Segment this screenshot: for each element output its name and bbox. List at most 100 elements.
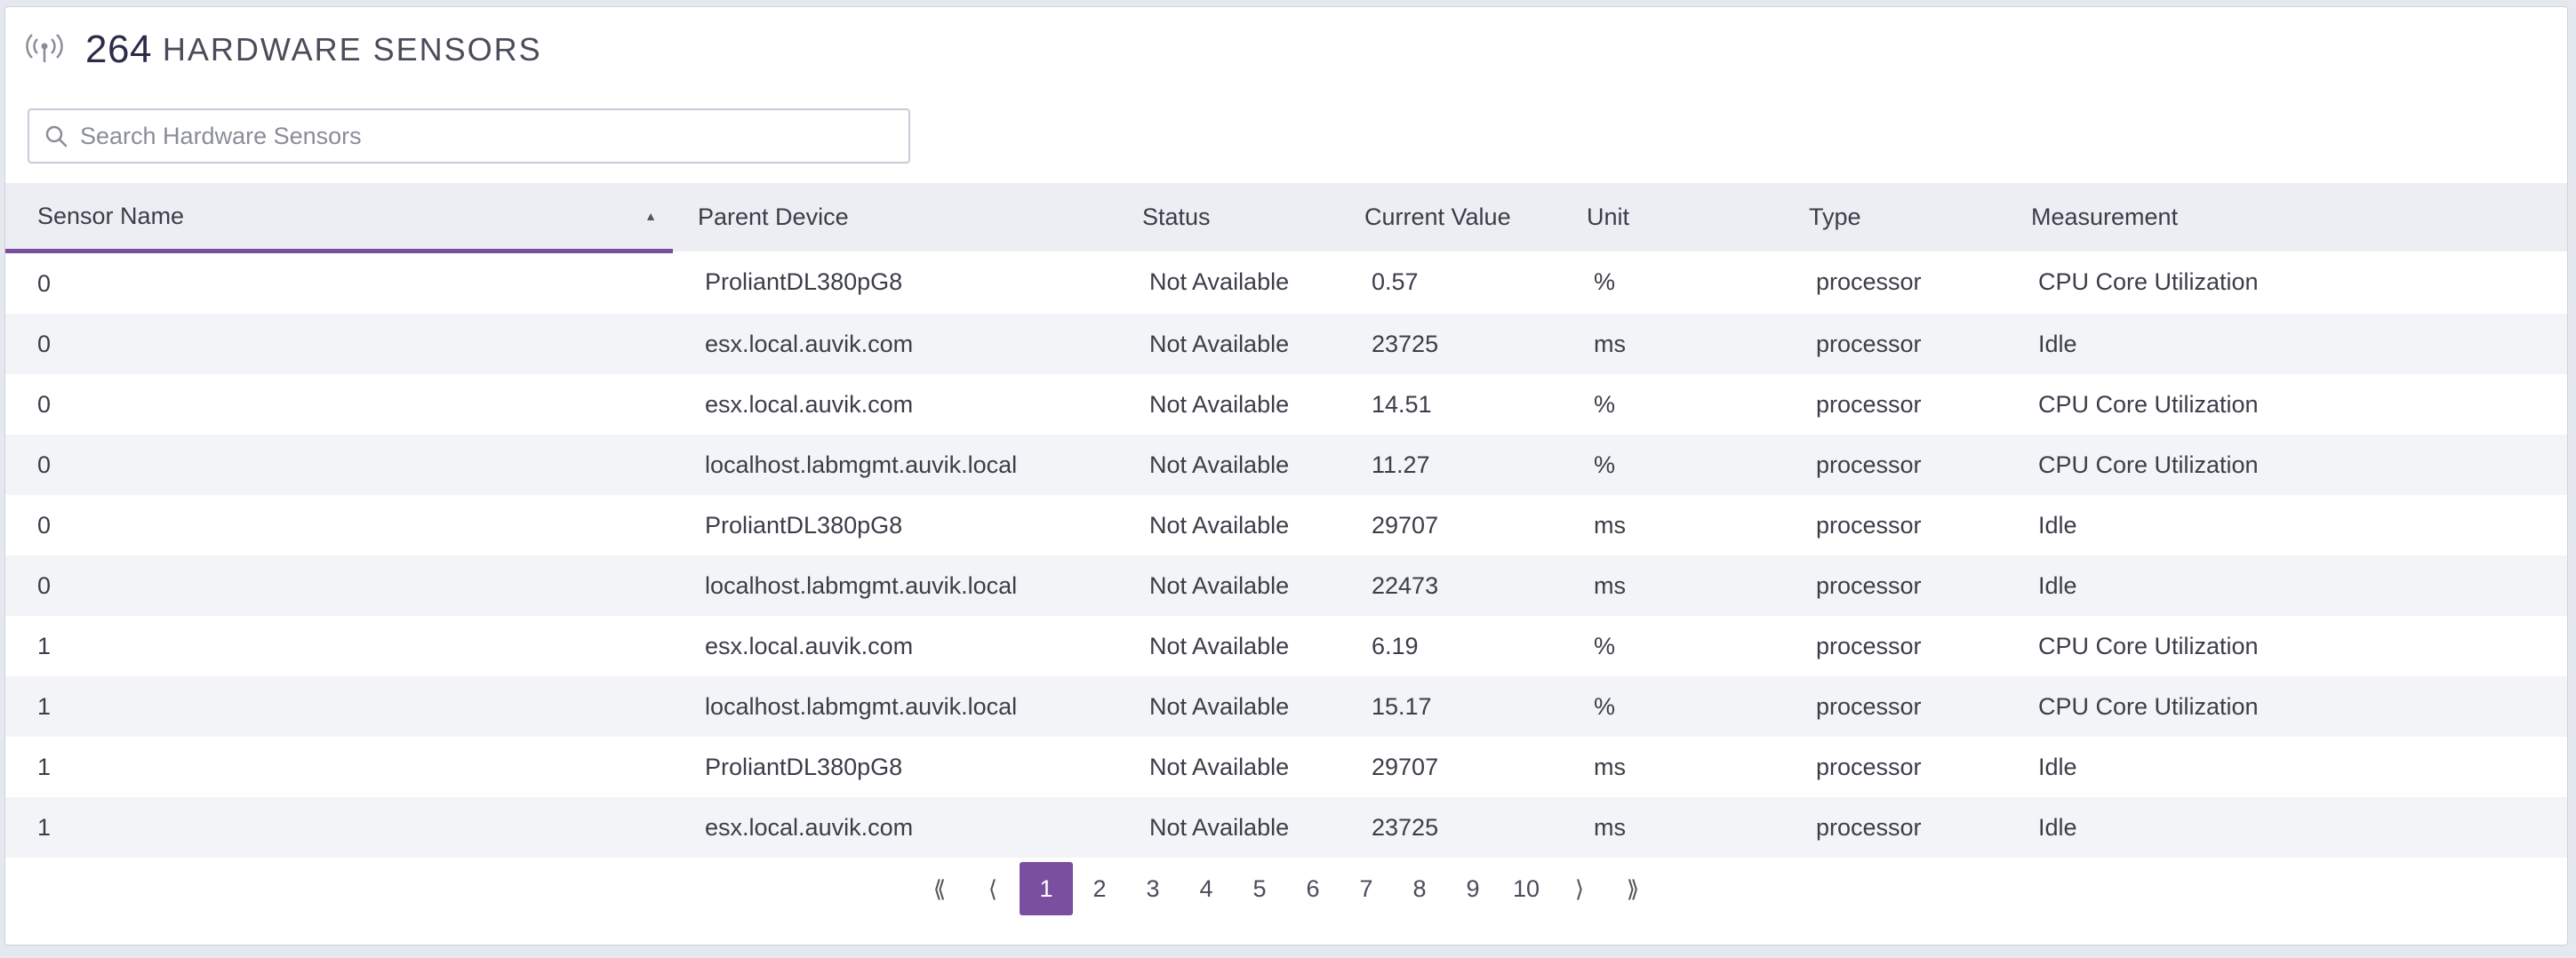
- page-button-2[interactable]: 2: [1073, 862, 1126, 915]
- cell-current-value: 23725: [1340, 314, 1562, 374]
- page-button-7[interactable]: 7: [1340, 862, 1393, 915]
- table-body: 0 ProliantDL380pG8 Not Available 0.57% proce…: [5, 251, 2567, 858]
- cell-status: Not Available: [1117, 676, 1340, 737]
- cell-type: processor: [1816, 632, 1922, 659]
- cell-current-value: 29707: [1372, 753, 1439, 780]
- cell-type: processor: [1784, 555, 2006, 616]
- sensors-table: Sensor Name ▲ Parent Device Status Curren…: [5, 183, 2567, 858]
- page-button-3[interactable]: 3: [1126, 862, 1180, 915]
- cell-status: Not Available: [1149, 268, 1290, 296]
- column-header-status[interactable]: Status: [1117, 183, 1340, 251]
- cell-parent-device: localhost.labmgmt.auvik.local: [673, 435, 1117, 495]
- cell-parent-device: esx.local.auvik.com: [705, 390, 914, 418]
- search-box[interactable]: [28, 108, 910, 164]
- cell-current-value: 0.57: [1372, 268, 1419, 296]
- cell-type: processor: [1816, 268, 1922, 296]
- cell-measurement: CPU Core Utilization: [2006, 676, 2567, 737]
- cell-parent-device: ProliantDL380pG8: [705, 268, 903, 296]
- cell-parent-device: esx.local.auvik.com: [673, 797, 1117, 858]
- previous-page-button[interactable]: ⟨: [966, 862, 1020, 915]
- page-button-9[interactable]: 9: [1446, 862, 1500, 915]
- cell-unit: ms: [1562, 314, 1784, 374]
- cell-measurement: CPU Core Utilization: [2038, 390, 2259, 418]
- table-header-row: Sensor Name ▲ Parent Device Status Curren…: [5, 183, 2567, 253]
- broadcast-antenna-icon: [25, 30, 64, 69]
- page-button-4[interactable]: 4: [1180, 862, 1233, 915]
- table-row[interactable]: 0 ProliantDL380pG8 Not Available 29707 ms pro…: [5, 495, 2567, 555]
- cell-type: processor: [1784, 676, 2006, 737]
- table-row[interactable]: 0 localhost.labmgmt.auvik.local Not Availa…: [5, 435, 2567, 495]
- cell-measurement: Idle: [2006, 314, 2567, 374]
- cell-type: processor: [1816, 753, 1922, 780]
- cell-unit: ms: [1562, 797, 1784, 858]
- column-header-label: Type: [1809, 203, 1861, 230]
- cell-parent-device: esx.local.auvik.com: [673, 314, 1117, 374]
- cell-sensor-name: 0: [5, 555, 673, 616]
- sort-ascending-icon[interactable]: ▲: [644, 209, 657, 223]
- cell-unit: ms: [1562, 555, 1784, 616]
- cell-unit: %: [1594, 268, 1616, 296]
- cell-sensor-name: 0: [5, 435, 673, 495]
- cell-measurement: Idle: [2038, 753, 2077, 780]
- table-row[interactable]: 0 ProliantDL380pG8 Not Available 0.57% proce…: [5, 251, 2567, 315]
- table-row[interactable]: 0 localhost.labmgmt.auvik.local Not Availa…: [5, 555, 2567, 616]
- table-row[interactable]: 1 localhost.labmgmt.auvik.local Not Availa…: [5, 676, 2567, 737]
- cell-current-value: 11.27: [1340, 435, 1562, 495]
- column-header-label: Measurement: [2031, 203, 2179, 230]
- cell-unit: ms: [1594, 753, 1626, 780]
- cell-unit: %: [1562, 676, 1784, 737]
- column-header-type[interactable]: Type: [1784, 183, 2006, 251]
- cell-type: processor: [1784, 435, 2006, 495]
- column-header-parent-device[interactable]: Parent Device: [673, 183, 1117, 251]
- column-header-label: Status: [1142, 203, 1211, 230]
- cell-parent-device: esx.local.auvik.com: [705, 632, 914, 659]
- cell-sensor-name: 1: [5, 797, 673, 858]
- cell-type: processor: [1784, 314, 2006, 374]
- last-page-button[interactable]: ⟫: [1606, 862, 1660, 915]
- cell-current-value: 23725: [1340, 797, 1562, 858]
- search-input[interactable]: [78, 121, 882, 151]
- table-row[interactable]: 1 esx.local.auvik.com Not Available 23725 ms…: [5, 797, 2567, 858]
- page-button-10[interactable]: 10: [1500, 862, 1553, 915]
- table-row[interactable]: 1 ProliantDL380pG8 Not Available 29707 ms pro…: [5, 737, 2567, 797]
- cell-current-value: 29707: [1372, 511, 1439, 539]
- next-page-button[interactable]: ⟩: [1553, 862, 1606, 915]
- table-row[interactable]: 0 esx.local.auvik.com Not Available 14.51% p…: [5, 374, 2567, 435]
- cell-type: processor: [1816, 390, 1922, 418]
- cell-unit: ms: [1594, 511, 1626, 539]
- cell-status: Not Available: [1117, 314, 1340, 374]
- cell-status: Not Available: [1117, 555, 1340, 616]
- cell-measurement: Idle: [2038, 511, 2077, 539]
- cell-unit: %: [1594, 632, 1616, 659]
- column-header-unit[interactable]: Unit: [1562, 183, 1784, 251]
- cell-measurement: CPU Core Utilization: [2038, 268, 2259, 296]
- page-title: HARDWARE SENSORS: [162, 31, 542, 68]
- cell-status: Not Available: [1117, 435, 1340, 495]
- page-button-8[interactable]: 8: [1393, 862, 1446, 915]
- page-button-5[interactable]: 5: [1233, 862, 1286, 915]
- cell-type: processor: [1784, 797, 2006, 858]
- cell-parent-device: ProliantDL380pG8: [705, 511, 903, 539]
- page-button-1[interactable]: 1: [1020, 862, 1073, 915]
- cell-sensor-name: 0: [37, 511, 52, 539]
- column-header-measurement[interactable]: Measurement: [2006, 183, 2567, 251]
- cell-parent-device: localhost.labmgmt.auvik.local: [673, 676, 1117, 737]
- column-header-label: Sensor Name: [37, 202, 185, 229]
- column-header-current-value[interactable]: Current Value: [1340, 183, 1562, 251]
- table-row[interactable]: 1 esx.local.auvik.com Not Available 6.19% pr…: [5, 616, 2567, 676]
- cell-current-value: 6.19: [1372, 632, 1419, 659]
- cell-unit: %: [1594, 390, 1616, 418]
- panel-header: 264 HARDWARE SENSORS: [25, 23, 542, 76]
- table-row[interactable]: 0 esx.local.auvik.com Not Available 23725 ms…: [5, 314, 2567, 374]
- cell-measurement: CPU Core Utilization: [2038, 632, 2259, 659]
- first-page-button[interactable]: ⟪: [913, 862, 966, 915]
- page-button-6[interactable]: 6: [1286, 862, 1340, 915]
- cell-parent-device: ProliantDL380pG8: [705, 753, 903, 780]
- cell-sensor-name: 1: [37, 632, 52, 659]
- column-header-label: Unit: [1587, 203, 1630, 230]
- cell-status: Not Available: [1149, 753, 1290, 780]
- cell-current-value: 22473: [1340, 555, 1562, 616]
- pagination: ⟪ ⟨ 1 2 3 4 5 6 7 8 9 10 ⟩ ⟫: [5, 862, 2567, 915]
- column-header-sensor-name[interactable]: Sensor Name ▲: [5, 183, 673, 253]
- column-header-label: Current Value: [1364, 203, 1511, 230]
